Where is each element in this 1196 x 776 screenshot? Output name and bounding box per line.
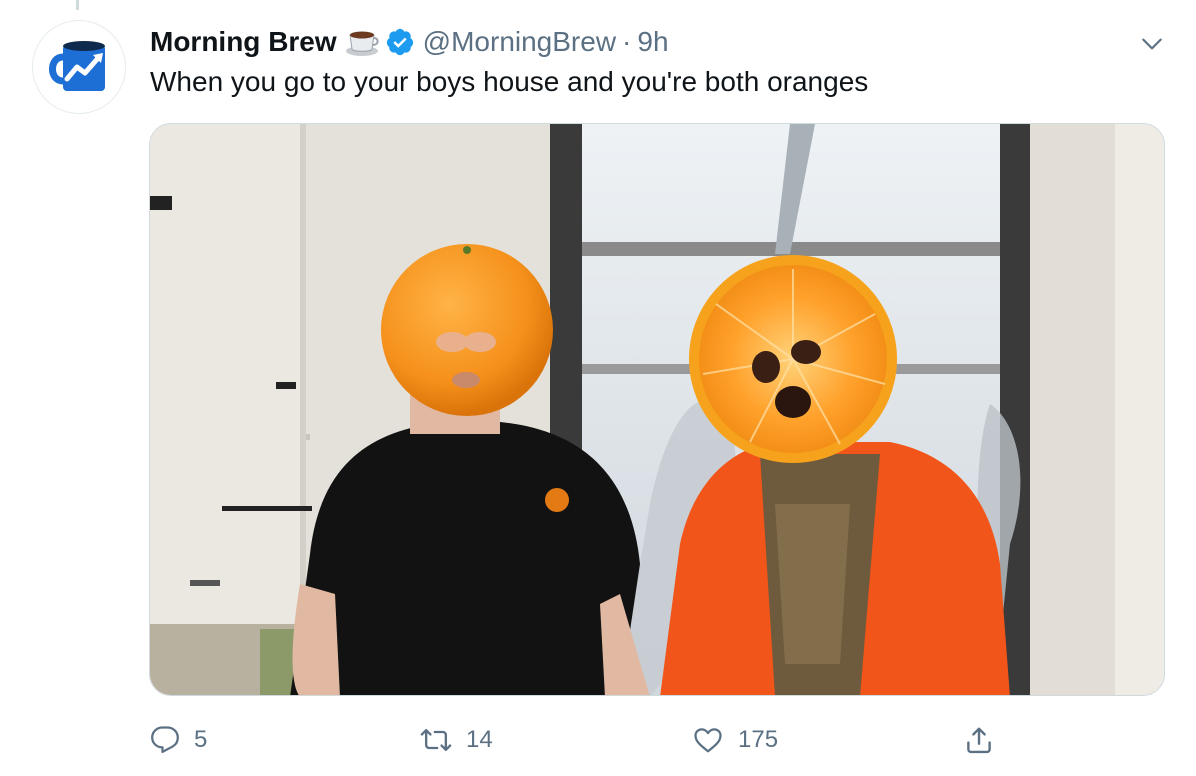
thread-connector-line	[76, 0, 79, 10]
more-options-chevron-down-icon[interactable]	[1138, 30, 1166, 58]
reply-icon	[151, 726, 179, 753]
tweet-text: When you go to your boys house and you'r…	[150, 66, 869, 97]
mug-logo-icon	[49, 41, 105, 91]
avatar[interactable]	[32, 20, 126, 114]
share-icon	[967, 727, 991, 754]
retweet-icon	[420, 728, 452, 752]
retweet-count: 14	[466, 726, 493, 753]
share-action[interactable]	[964, 720, 994, 760]
tweet-actions-bar: 5 14 175	[150, 720, 1010, 760]
photo-illustration	[150, 124, 1164, 695]
coffee-cup-emoji-icon	[345, 27, 379, 57]
reply-action[interactable]: 5	[150, 720, 207, 760]
tweet-photo[interactable]	[149, 123, 1165, 696]
tweet[interactable]: Morning Brew @MorningBrew · 9h When you …	[0, 0, 1196, 776]
user-handle[interactable]: @MorningBrew	[423, 26, 616, 58]
tweet-header: Morning Brew @MorningBrew · 9h	[150, 24, 669, 60]
like-count: 175	[738, 726, 779, 753]
reply-count: 5	[194, 726, 208, 753]
display-name[interactable]: Morning Brew	[150, 26, 337, 58]
like-action[interactable]: 175	[692, 720, 778, 760]
separator-dot: ·	[622, 26, 632, 57]
heart-icon	[694, 728, 722, 753]
retweet-action[interactable]: 14	[420, 720, 493, 760]
verified-badge-icon	[385, 27, 415, 57]
timestamp[interactable]: 9h	[637, 26, 668, 58]
